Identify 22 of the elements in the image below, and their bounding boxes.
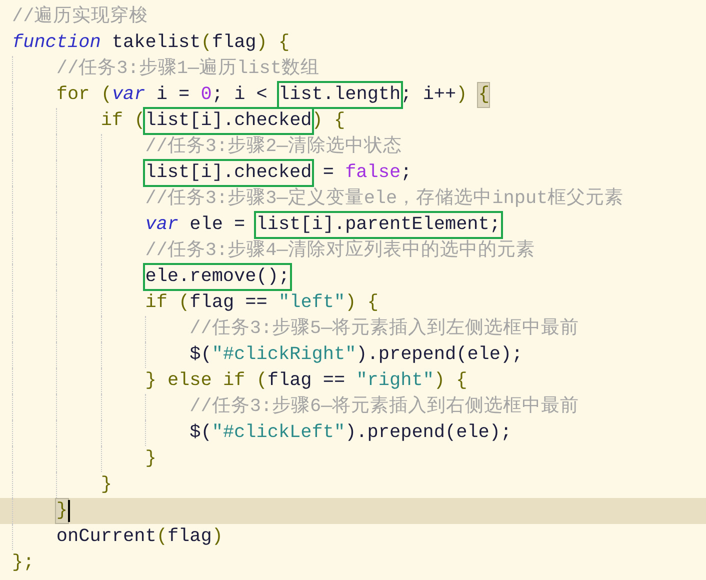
code-text: //任务3:步骤2—清除选中状态 [145,135,402,159]
code-text: $("#clickLeft").prepend(ele); [190,421,512,445]
code-text: //任务3:步骤5—将元素插入到左侧选框中最前 [190,317,580,341]
code-text: } [100,473,112,497]
code-text: ele.remove(); [145,265,290,289]
code-text: if (flag == "left") { [145,291,378,315]
code-text: list[i].checked = false; [145,161,412,185]
code-text: } [56,499,70,523]
code-text: //任务3:步骤3—定义变量ele，存储选中input框父元素 [145,187,624,211]
code-text: if (list[i].checked) { [100,109,346,133]
code-text: //遍历实现穿梭 [12,5,148,29]
code-text: } [145,447,156,471]
code-text: onCurrent(flag) [56,525,223,549]
code-text: function takelist(flag) { [12,31,290,55]
code-text: for (var i = 0; i < list.length; i++) { [56,83,490,107]
code-text: //任务3:步骤4—清除对应列表中的选中的元素 [145,239,535,263]
code-text: $("#clickRight").prepend(ele); [190,343,523,367]
code-text: } else if (flag == "right") { [145,369,468,393]
code-text: //任务3:步骤6—将元素插入到右侧选框中最前 [190,395,580,419]
code-text: var ele = list[i].parentElement; [145,213,500,237]
code-text: }; [12,551,34,575]
code-text: //任务3:步骤1—遍历list数组 [56,57,320,81]
